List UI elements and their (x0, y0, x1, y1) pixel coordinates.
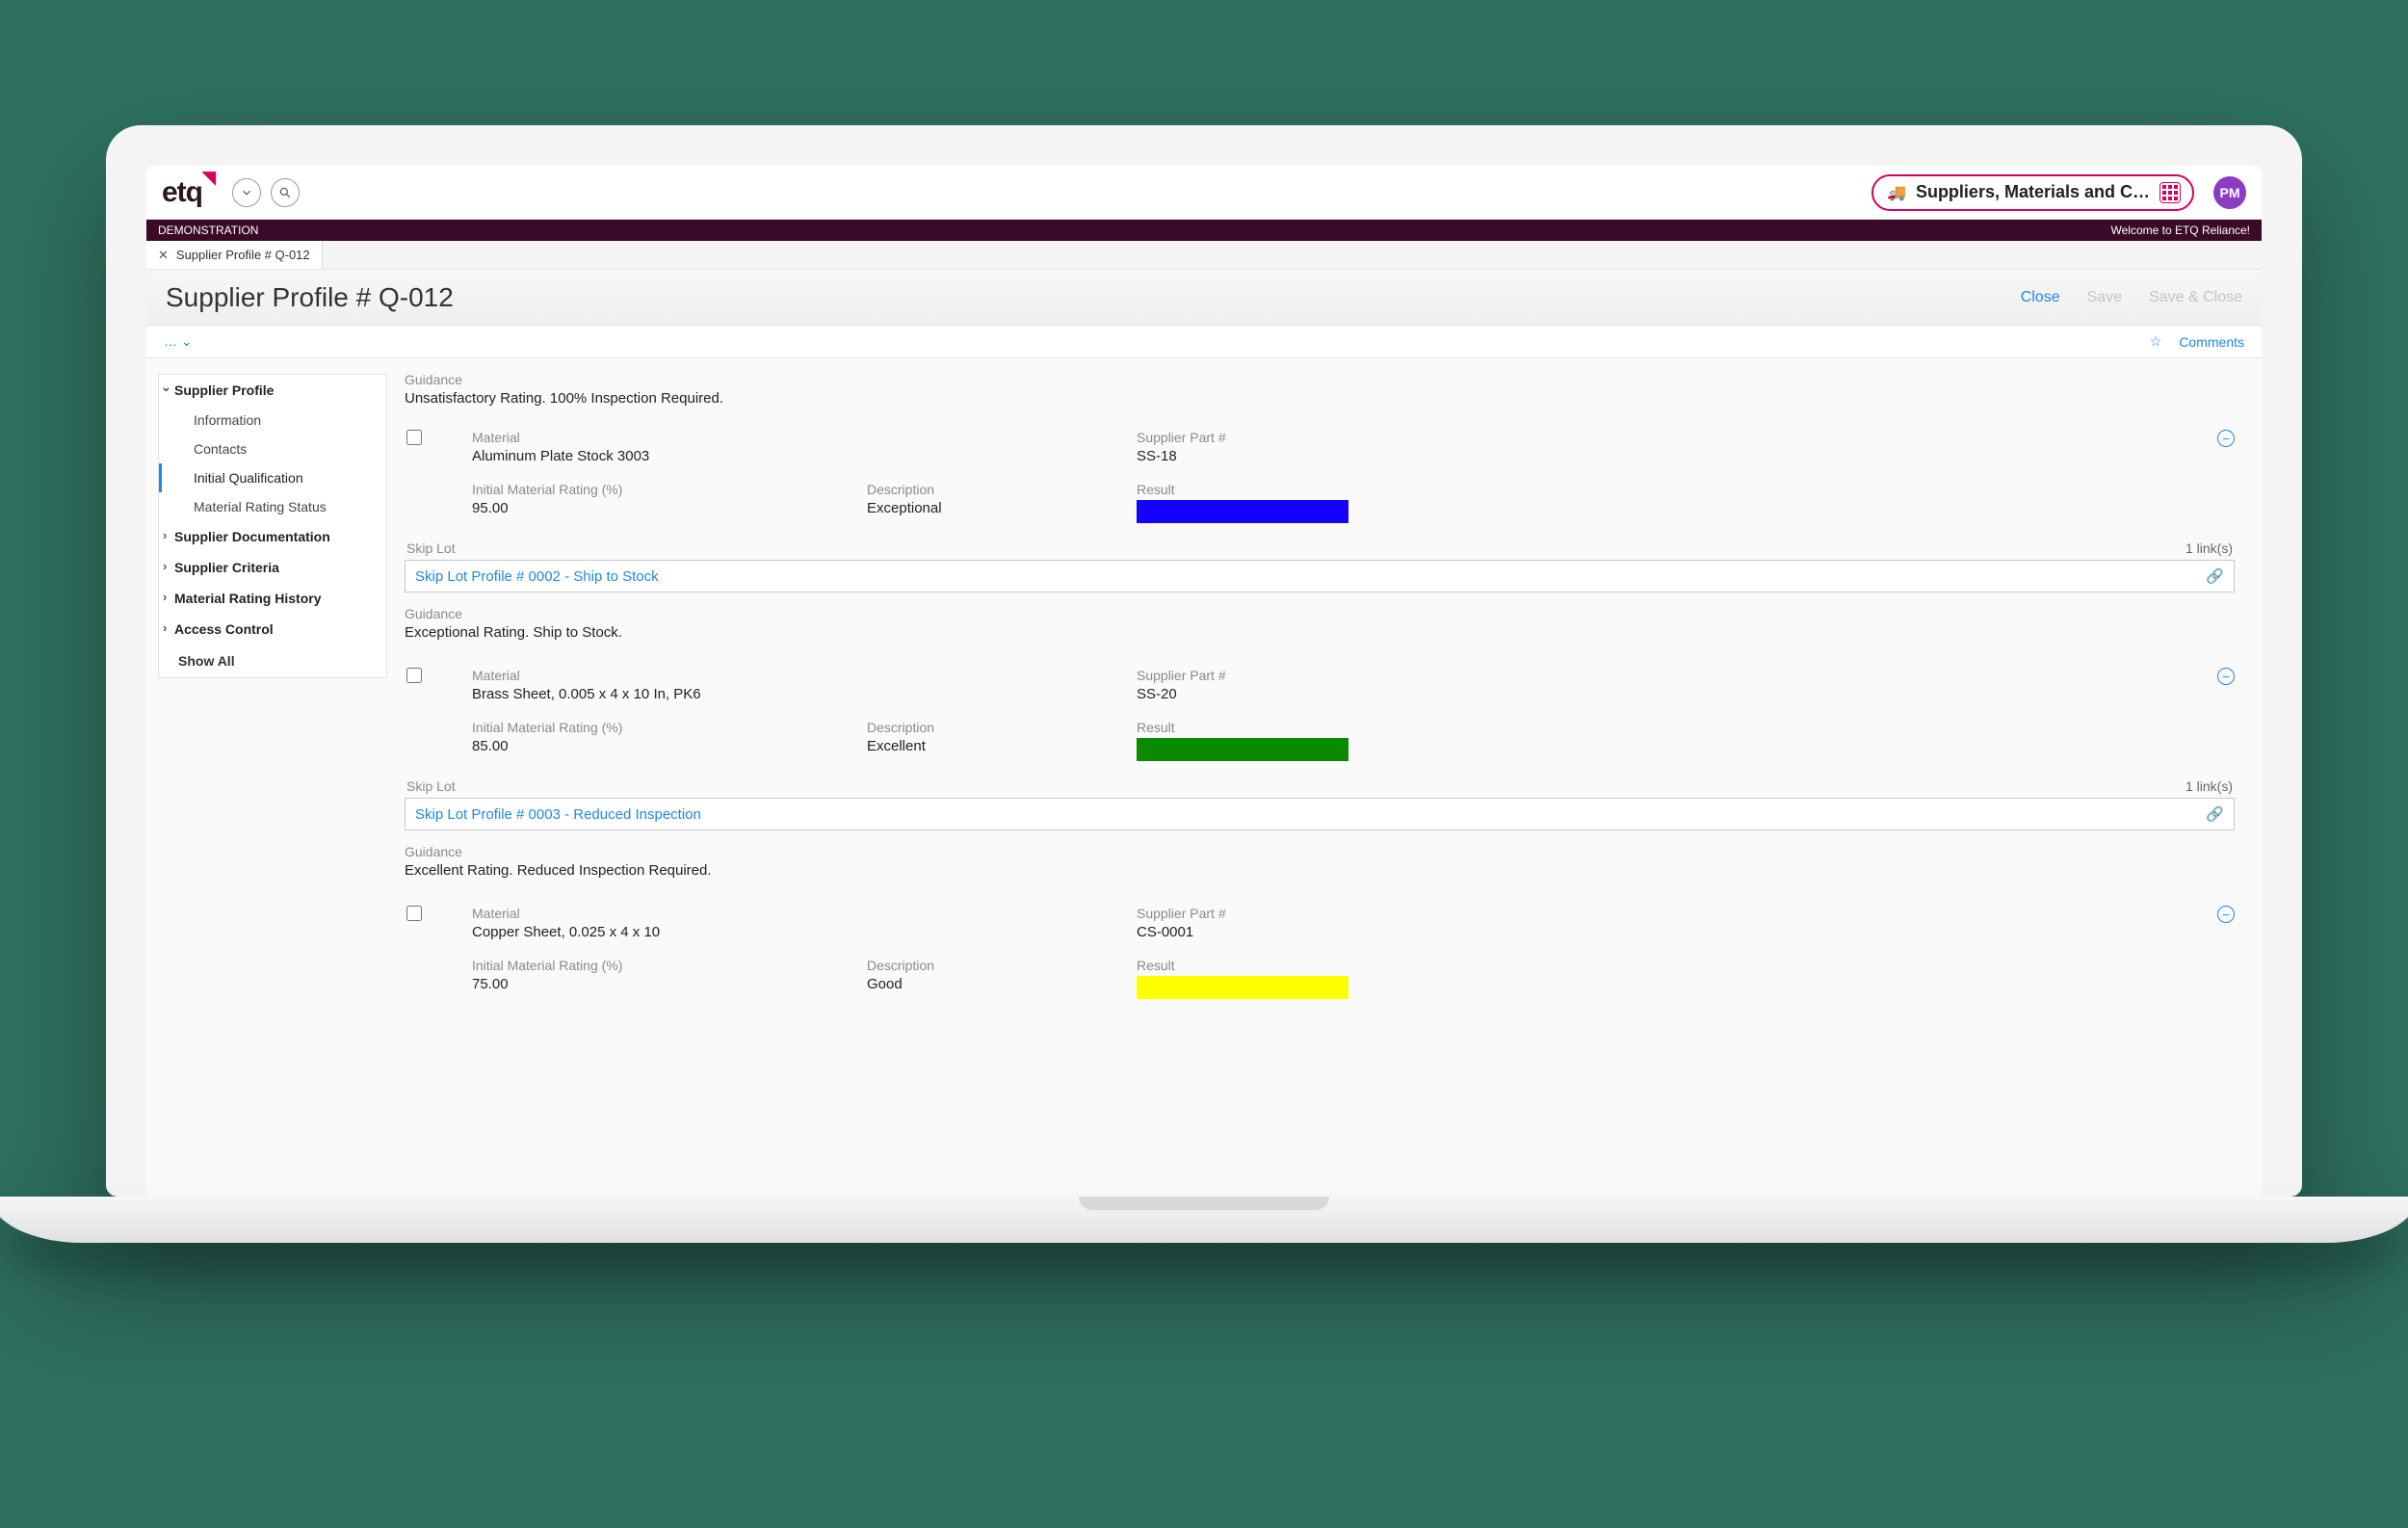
supplier-part-value: CS-0001 (1137, 924, 1551, 940)
supplier-part-label: Supplier Part # (1137, 906, 1551, 921)
result-swatch (1137, 976, 1348, 999)
description-value: Good (867, 976, 1117, 992)
link-icon[interactable]: 🔗 (2206, 567, 2224, 585)
truck-icon: 🚚 (1887, 183, 1906, 202)
skip-lot-box: Skip Lot Profile # 0002 - Ship to Stock 🔗 (405, 560, 2235, 593)
link-icon[interactable]: 🔗 (2206, 805, 2224, 823)
material-value: Aluminum Plate Stock 3003 (472, 448, 848, 464)
result-label: Result (1137, 720, 1551, 735)
page-title: Supplier Profile # Q-012 (166, 282, 454, 313)
record-checkbox[interactable] (406, 906, 422, 921)
save-button: Save (2087, 289, 2122, 306)
document-tab-label: Supplier Profile # Q-012 (176, 248, 310, 262)
title-bar: Supplier Profile # Q-012 Close Save Save… (146, 270, 2262, 326)
sidebar-group[interactable]: Supplier Criteria (159, 552, 386, 583)
user-avatar[interactable]: PM (2213, 176, 2246, 209)
sidebar-group[interactable]: Access Control (159, 614, 386, 645)
record-checkbox[interactable] (406, 430, 422, 445)
supplier-part-value: SS-20 (1137, 686, 1551, 702)
guidance-value: Exceptional Rating. Ship to Stock. (405, 624, 2235, 641)
document-tab-strip: ✕ Supplier Profile # Q-012 (146, 241, 2262, 270)
sidebar-group[interactable]: Material Rating History (159, 583, 386, 614)
material-label: Material (472, 906, 848, 921)
skip-lot-link-count: 1 link(s) (2186, 778, 2233, 794)
save-and-close-button: Save & Close (2149, 289, 2242, 306)
record-checkbox[interactable] (406, 668, 422, 683)
description-label: Description (867, 958, 1117, 973)
skip-lot-label: Skip Lot (406, 540, 456, 556)
material-label: Material (472, 668, 848, 683)
material-record: Material Brass Sheet, 0.005 x 4 x 10 In, … (405, 662, 2235, 900)
skip-lot-link[interactable]: Skip Lot Profile # 0002 - Ship to Stock (415, 568, 659, 585)
skip-lot-box: Skip Lot Profile # 0003 - Reduced Inspec… (405, 798, 2235, 830)
form-main: Guidance Unsatisfactory Rating. 100% Ins… (399, 358, 2262, 1197)
material-label: Material (472, 430, 848, 445)
material-value: Copper Sheet, 0.025 x 4 x 10 (472, 924, 848, 940)
rating-value: 75.00 (472, 976, 848, 992)
demo-bar-left: DEMONSTRATION (158, 224, 258, 237)
module-name: Suppliers, Materials and C… (1916, 182, 2150, 202)
skip-lot-label: Skip Lot (406, 778, 456, 794)
close-tab-icon[interactable]: ✕ (158, 248, 169, 263)
sidebar-group[interactable]: Supplier Documentation (159, 521, 386, 552)
rating-label: Initial Material Rating (%) (472, 720, 848, 735)
guidance-label: Guidance (405, 372, 2235, 387)
skip-lot-link[interactable]: Skip Lot Profile # 0003 - Reduced Inspec… (415, 806, 701, 823)
demo-bar-right: Welcome to ETQ Reliance! (2111, 224, 2251, 237)
guidance-value: Excellent Rating. Reduced Inspection Req… (405, 862, 2235, 879)
sidebar-item[interactable]: Material Rating Status (159, 492, 386, 521)
rating-value: 85.00 (472, 738, 848, 754)
form-nav-sidebar: Supplier ProfileInformationContactsIniti… (146, 358, 399, 1197)
supplier-part-label: Supplier Part # (1137, 668, 1551, 683)
guidance-label: Guidance (405, 606, 2235, 621)
supplier-part-label: Supplier Part # (1137, 430, 1551, 445)
guidance-value: Unsatisfactory Rating. 100% Inspection R… (405, 390, 2235, 407)
close-button[interactable]: Close (2021, 289, 2060, 306)
document-tab[interactable]: ✕ Supplier Profile # Q-012 (146, 241, 323, 269)
actions-dropdown[interactable]: … ⌄ (164, 333, 193, 350)
history-dropdown-button[interactable] (232, 178, 261, 207)
description-value: Exceptional (867, 500, 1117, 516)
utility-bar: … ⌄ ☆ Comments (146, 326, 2262, 358)
description-value: Excellent (867, 738, 1117, 754)
skip-lot-link-count: 1 link(s) (2186, 540, 2233, 556)
material-value: Brass Sheet, 0.005 x 4 x 10 In, PK6 (472, 686, 848, 702)
favorite-icon[interactable]: ☆ (2150, 333, 2162, 350)
material-record: Material Aluminum Plate Stock 3003 Supplie… (405, 424, 2235, 662)
result-label: Result (1137, 958, 1551, 973)
rating-label: Initial Material Rating (%) (472, 482, 848, 497)
result-label: Result (1137, 482, 1551, 497)
comments-link[interactable]: Comments (2179, 334, 2244, 350)
supplier-part-value: SS-18 (1137, 448, 1551, 464)
result-swatch (1137, 738, 1348, 761)
rating-label: Initial Material Rating (%) (472, 958, 848, 973)
sidebar-item[interactable]: Information (159, 406, 386, 435)
material-record: Material Copper Sheet, 0.025 x 4 x 10 Supp… (405, 900, 2235, 1007)
sidebar-item[interactable]: Initial Qualification (159, 463, 386, 492)
app-logo: etq◥ (162, 175, 222, 209)
sidebar-group-supplier-profile[interactable]: Supplier Profile (159, 375, 386, 406)
description-label: Description (867, 720, 1117, 735)
collapse-record-icon[interactable]: − (2217, 906, 2235, 923)
sidebar-show-all[interactable]: Show All (159, 645, 386, 677)
search-icon (278, 186, 292, 199)
description-label: Description (867, 482, 1117, 497)
app-topbar: etq◥ 🚚 Suppliers, Materials and C… PM (146, 166, 2262, 220)
search-button[interactable] (271, 178, 300, 207)
result-swatch (1137, 500, 1348, 523)
demo-bar: DEMONSTRATION Welcome to ETQ Reliance! (146, 220, 2262, 241)
sidebar-item[interactable]: Contacts (159, 435, 386, 463)
collapse-record-icon[interactable]: − (2217, 668, 2235, 685)
collapse-record-icon[interactable]: − (2217, 430, 2235, 447)
chevron-down-icon (240, 186, 253, 199)
rating-value: 95.00 (472, 500, 848, 516)
module-switcher[interactable]: 🚚 Suppliers, Materials and C… (1871, 174, 2194, 211)
guidance-label: Guidance (405, 844, 2235, 859)
app-grid-icon (2159, 182, 2181, 203)
